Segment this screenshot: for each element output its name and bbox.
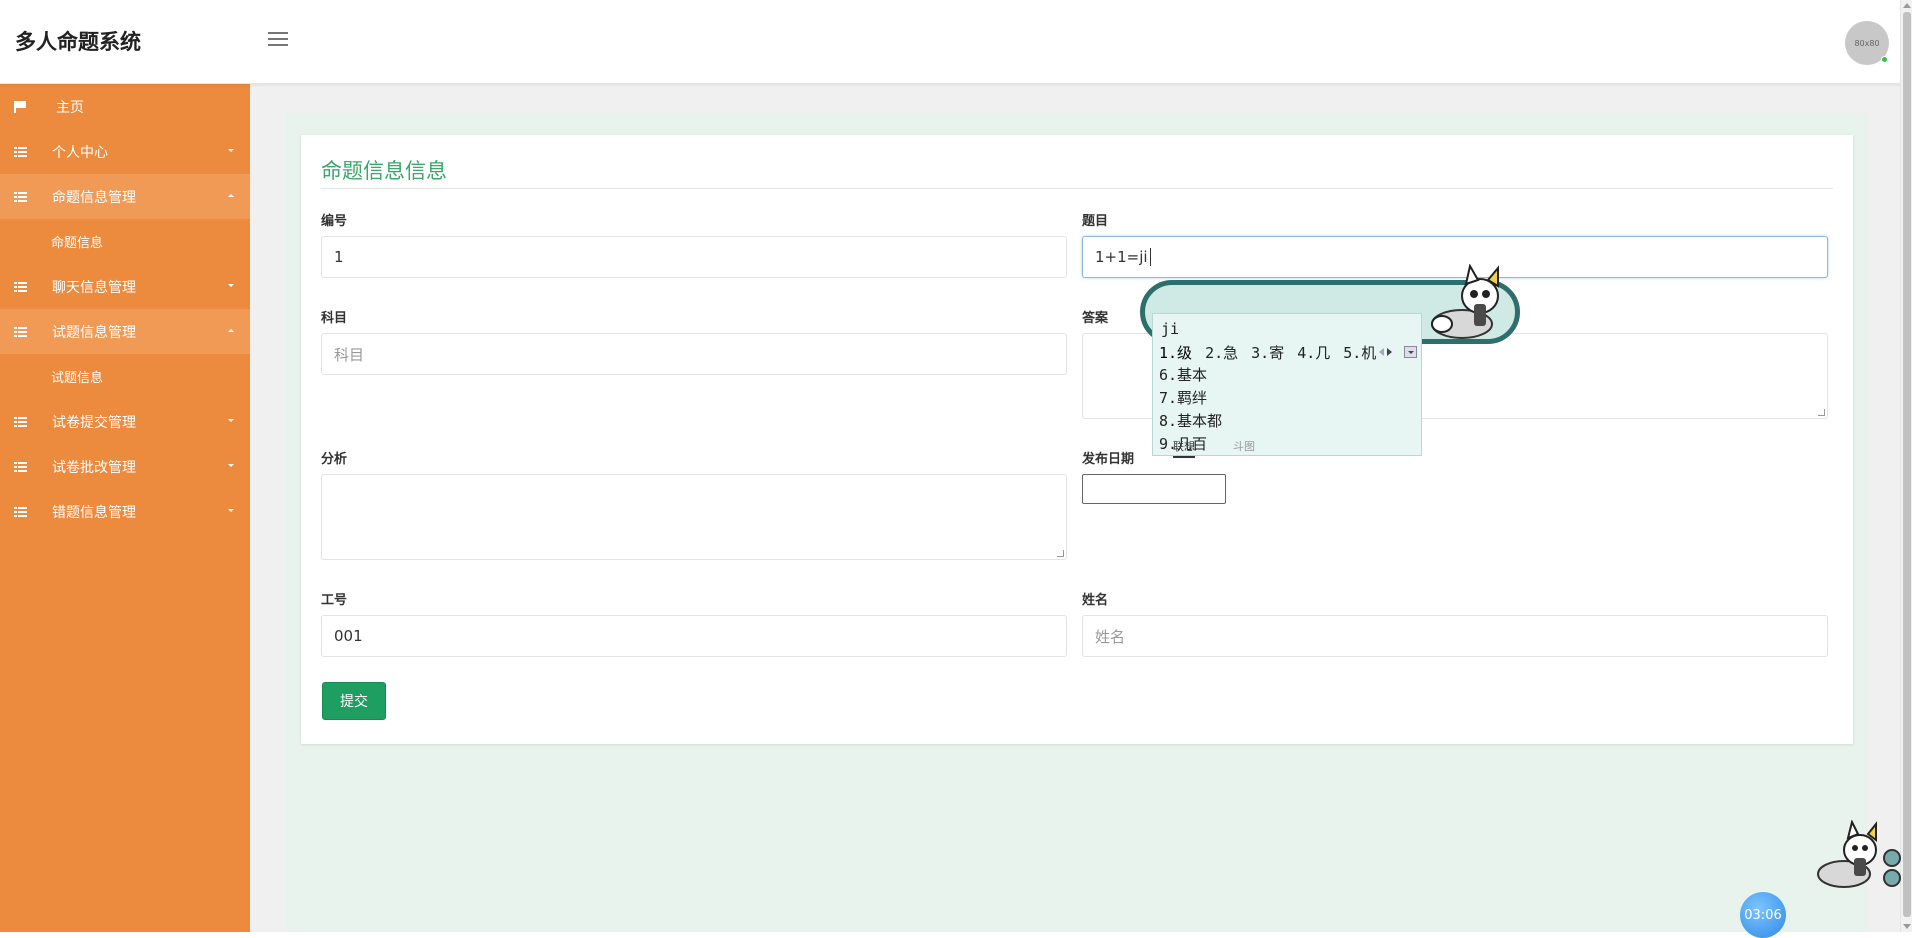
ime-candidate[interactable]: 2.急 (1205, 342, 1238, 363)
avatar-text: 80x80 (1854, 38, 1880, 48)
ime-candidate[interactable]: 1.级 (1159, 342, 1192, 363)
sidebar-subitem-exam-question[interactable]: 试题信息 (0, 354, 250, 399)
sidebar-item-paper-submit-mgmt[interactable]: 试卷提交管理 (0, 399, 250, 444)
answer-label: 答案 (1082, 311, 1109, 326)
clock-widget[interactable]: 03:06 (1740, 892, 1786, 938)
prev-page-icon[interactable] (1379, 348, 1384, 356)
flag-icon (0, 100, 52, 113)
sidebar-item-label: 主页 (56, 99, 84, 116)
sidebar-item-exam-question-mgmt[interactable]: 试题信息管理 (0, 309, 250, 354)
top-bar: 多人命题系统 80x80 (0, 0, 1912, 84)
grid-icon (0, 326, 52, 337)
sidebar-item-label: 试卷批改管理 (52, 459, 136, 476)
ime-candidate[interactable]: 3.寄 (1251, 342, 1284, 363)
chevron-down-icon (228, 419, 234, 422)
expand-candidates-icon[interactable] (1404, 346, 1417, 358)
name-label: 姓名 (1082, 593, 1109, 608)
ime-candidate-window: ji 1.级 2.急 3.寄 4.几 5.机 6.基本 7.羁绊 8.基本都 9… (1152, 313, 1422, 458)
question-field-value: 1+1=ji (1095, 248, 1148, 266)
avatar[interactable]: 80x80 (1845, 21, 1889, 65)
scroll-up-icon[interactable] (1903, 3, 1911, 8)
publish-date-field[interactable] (1082, 474, 1226, 504)
sidebar-item-personal-center[interactable]: 个人中心 (0, 129, 250, 174)
publish-date-label: 发布日期 (1082, 452, 1135, 467)
ime-candidate[interactable]: 4.几 (1297, 342, 1330, 363)
subject-field[interactable]: 科目 (321, 333, 1067, 375)
chevron-down-icon (228, 509, 234, 512)
menu-toggle-icon[interactable] (268, 32, 288, 48)
mascot-cat-corner-icon (1817, 820, 1901, 888)
ime-pinyin: ji (1161, 320, 1180, 338)
ime-tab-sticker[interactable]: 斗图 (1233, 438, 1255, 454)
sidebar-item-question-info-mgmt[interactable]: 命题信息管理 (0, 174, 250, 219)
name-field[interactable]: 姓名 (1082, 615, 1828, 657)
sidebar-item-label: 命题信息管理 (52, 189, 136, 206)
app-title: 多人命题系统 (15, 30, 141, 54)
analysis-label: 分析 (321, 452, 348, 467)
sidebar-item-label: 个人中心 (52, 144, 108, 161)
sidebar-item-chat-info-mgmt[interactable]: 聊天信息管理 (0, 264, 250, 309)
chevron-down-icon (228, 149, 234, 152)
question-label: 题目 (1082, 214, 1109, 229)
online-status-icon (1881, 56, 1888, 63)
chevron-up-icon (228, 194, 234, 197)
analysis-textarea[interactable] (321, 474, 1067, 560)
grid-icon (0, 461, 52, 472)
page-title: 命题信息信息 (321, 159, 447, 183)
ime-candidate[interactable]: 5.机 (1343, 342, 1376, 363)
id-field[interactable]: 1 (321, 236, 1067, 278)
page-scrollbar[interactable] (1900, 0, 1912, 932)
grid-icon (0, 281, 52, 292)
mascot-cat-icon (1431, 264, 1499, 339)
ime-candidate[interactable]: 6.基本 (1159, 364, 1222, 387)
form-card: 命题信息信息 编号 1 题目 1+1=ji 科目 科目 答案 分析 发布日期 工… (301, 135, 1853, 744)
id-label: 编号 (321, 214, 348, 229)
sidebar-subitem-question-info[interactable]: 命题信息 (0, 219, 250, 264)
chevron-down-icon (228, 284, 234, 287)
sidebar-item-label: 试题信息管理 (52, 324, 136, 341)
grid-icon (0, 416, 52, 427)
ime-page-arrows (1379, 348, 1392, 356)
divider (321, 188, 1833, 189)
next-page-icon[interactable] (1387, 348, 1392, 356)
text-cursor (1149, 248, 1151, 266)
ime-tab-association[interactable]: 联想 (1173, 438, 1195, 458)
ime-candidate[interactable]: 8.基本都 (1159, 410, 1222, 433)
ime-tabs: 联想 斗图 (1153, 434, 1421, 458)
sidebar-item-label: 错题信息管理 (52, 504, 136, 521)
sidebar-item-label: 试卷提交管理 (52, 414, 136, 431)
sidebar-item-paper-grading-mgmt[interactable]: 试卷批改管理 (0, 444, 250, 489)
grid-icon (0, 146, 52, 157)
chevron-up-icon (228, 329, 234, 332)
subject-label: 科目 (321, 311, 348, 326)
chevron-down-icon (228, 464, 234, 467)
staff-no-label: 工号 (321, 593, 348, 608)
sidebar-item-home[interactable]: 主页 (0, 84, 250, 129)
submit-button[interactable]: 提交 (322, 682, 386, 720)
sidebar-item-wrong-question-mgmt[interactable]: 错题信息管理 (0, 489, 250, 534)
scroll-down-icon[interactable] (1903, 924, 1911, 929)
sidebar: 主页 个人中心 命题信息管理 命题信息 聊天信息管理 试题信息管理 试题信息 试… (0, 84, 250, 932)
ime-candidate[interactable]: 7.羁绊 (1159, 387, 1222, 410)
scroll-thumb[interactable] (1903, 12, 1911, 917)
staff-no-field[interactable]: 001 (321, 615, 1067, 657)
sidebar-item-label: 聊天信息管理 (52, 279, 136, 296)
ime-candidate-row: 1.级 2.急 3.寄 4.几 5.机 (1159, 342, 1389, 363)
grid-icon (0, 506, 52, 517)
grid-icon (0, 191, 52, 202)
